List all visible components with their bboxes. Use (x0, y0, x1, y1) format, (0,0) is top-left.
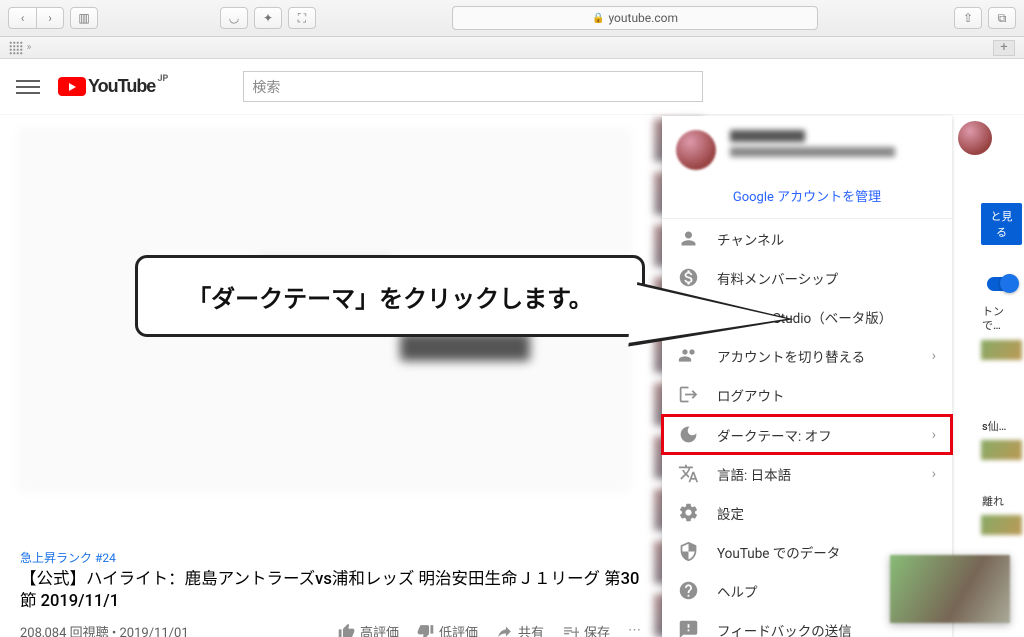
share-button[interactable]: ⇧ (954, 7, 982, 29)
like-button[interactable]: 高評価 (338, 622, 399, 637)
forward-button[interactable]: › (36, 7, 64, 29)
settings-icon (678, 502, 699, 523)
save-button[interactable]: 保存 (562, 622, 610, 637)
person-icon (678, 228, 699, 249)
url-text: youtube.com (608, 11, 678, 25)
safari-toolbar: ‹ › ▥ ◡ ✦ ⛶ 🔒 youtube.com ⇧ ⧉ (0, 0, 1024, 37)
video-info: 急上昇ランク #24 【公式】ハイライト：鹿島アントラーズvs浦和レッズ 明治安… (20, 549, 645, 637)
trending-badge[interactable]: 急上昇ランク #24 (20, 549, 645, 566)
menu-channel[interactable]: チャンネル (662, 219, 952, 258)
account-name-blurred (730, 130, 895, 157)
menu-settings[interactable]: 設定 (662, 493, 952, 532)
moon-icon (678, 424, 699, 445)
search-input[interactable]: 検索 (243, 71, 703, 102)
thumb-up-icon (338, 623, 355, 637)
chevron-right-icon: › (932, 466, 936, 482)
apps-grid-icon[interactable] (9, 41, 23, 55)
sidebar-button[interactable]: ▥ (70, 7, 98, 29)
ext-button-2[interactable]: ⛶ (288, 7, 316, 29)
autoplay-toggle[interactable] (987, 277, 1017, 291)
chevron-right-icon: › (932, 348, 936, 364)
save-icon (562, 623, 579, 637)
back-button[interactable]: ‹ (8, 7, 36, 29)
pocket-button[interactable]: ◡ (220, 7, 248, 29)
menu-avatar (676, 130, 716, 170)
more-button[interactable]: ⋯ (628, 623, 645, 637)
user-avatar[interactable] (958, 121, 992, 155)
shield-icon (678, 541, 699, 562)
share-icon (496, 623, 513, 637)
nav-buttons: ‹ › (8, 7, 64, 29)
translate-icon (678, 463, 699, 484)
youtube-header: YouTube JP 検索 (0, 59, 1024, 115)
menu-logout[interactable]: ログアウト (662, 375, 952, 414)
lock-icon: 🔒 (592, 13, 604, 24)
help-icon (678, 580, 699, 601)
dislike-button[interactable]: 低評価 (417, 622, 478, 637)
youtube-play-icon (58, 77, 86, 96)
manage-account-link[interactable]: Google アカウントを管理 (662, 182, 952, 218)
ext-button-1[interactable]: ✦ (254, 7, 282, 29)
bookmarks-overflow[interactable]: » (23, 42, 35, 53)
chevron-right-icon: › (932, 427, 936, 443)
thumb-down-icon (417, 623, 434, 637)
feedback-icon (678, 619, 699, 637)
youtube-logo[interactable]: YouTube JP (58, 76, 155, 97)
instruction-callout: 「ダークテーマ」をクリックします。 (135, 255, 645, 337)
pip-window[interactable] (890, 555, 1010, 623)
youtube-page: YouTube JP 検索 急上昇ランク #24 【公式】ハイライト：鹿島アント… (0, 59, 1024, 637)
new-tab-button[interactable]: + (993, 40, 1015, 56)
menu-dark-theme[interactable]: ダークテーマ: オフ› (662, 415, 952, 454)
share-button[interactable]: 共有 (496, 622, 544, 637)
bookmarks-bar: » + (0, 37, 1024, 59)
tabs-button[interactable]: ⧉ (988, 7, 1016, 29)
more-icon: ⋯ (628, 623, 645, 637)
dollar-icon (678, 267, 699, 288)
video-title: 【公式】ハイライト：鹿島アントラーズvs浦和レッズ 明治安田生命Ｊ１リーグ 第3… (20, 569, 645, 614)
watch-button-fragment[interactable]: と見る (981, 203, 1022, 245)
hamburger-menu[interactable] (16, 75, 40, 99)
logout-icon (678, 384, 699, 405)
address-bar[interactable]: 🔒 youtube.com (452, 6, 818, 30)
video-stats: 208,084 回視聴 • 2019/11/01 (20, 622, 338, 637)
menu-language[interactable]: 言語: 日本語› (662, 454, 952, 493)
